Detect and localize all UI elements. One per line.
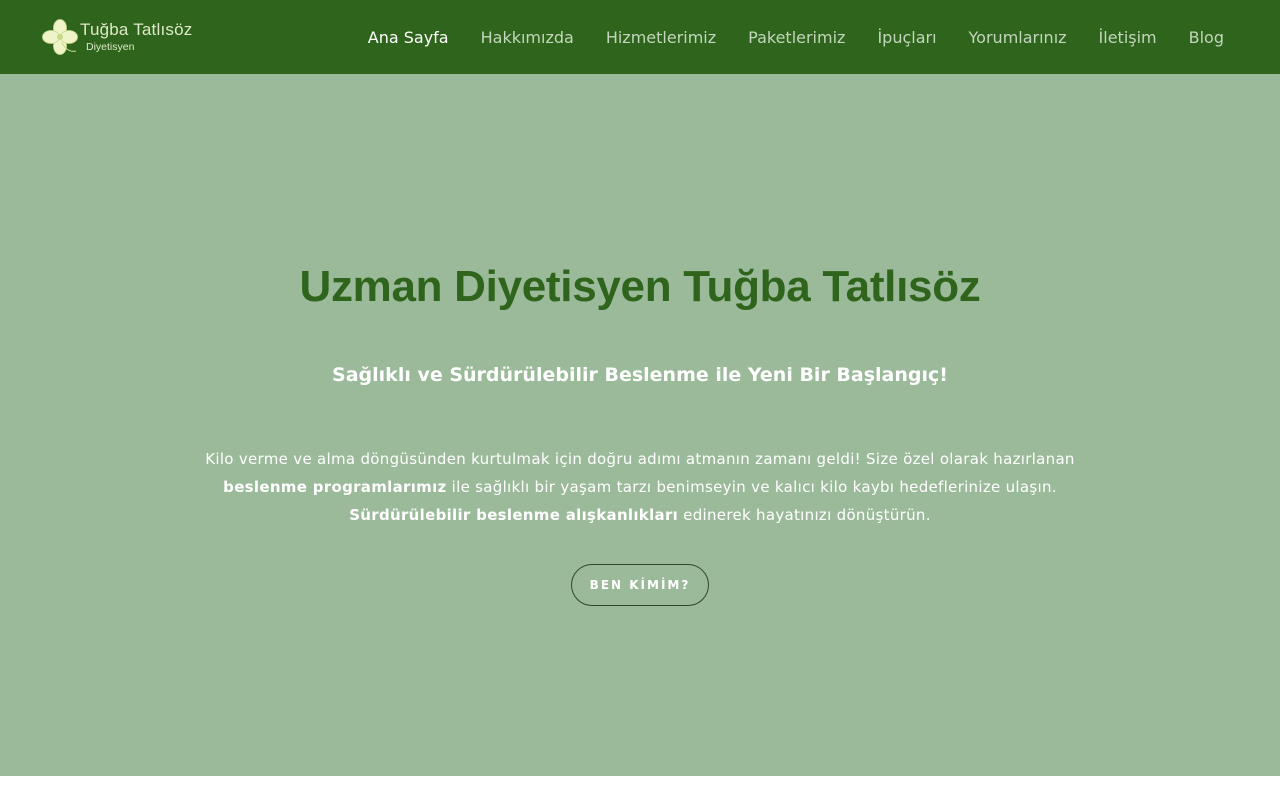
nav-item-blog[interactable]: Blog: [1173, 28, 1240, 47]
nav-item-paketlerimiz[interactable]: Paketlerimiz: [732, 28, 861, 47]
navbar: Tuğba Tatlısöz Diyetisyen Ana Sayfa Hakk…: [0, 0, 1280, 74]
hero-subtitle: Sağlıklı ve Sürdürülebilir Beslenme ile …: [332, 364, 948, 386]
nav-item-iletisim[interactable]: İletişim: [1083, 28, 1173, 47]
logo-subtitle: Diyetisyen: [86, 41, 135, 54]
hero-section: Uzman Diyetisyen Tuğba Tatlısöz Sağlıklı…: [0, 74, 1280, 776]
nav-item-hizmetlerimiz[interactable]: Hizmetlerimiz: [590, 28, 732, 47]
hero-text-line1: Kilo verme ve alma döngüsünden kurtulmak…: [205, 450, 1075, 468]
site-logo[interactable]: Tuğba Tatlısöz Diyetisyen: [40, 16, 192, 58]
hero-paragraph: Kilo verme ve alma döngüsünden kurtulmak…: [190, 445, 1090, 529]
nav-item-ipuclari[interactable]: İpuçları: [861, 28, 952, 47]
logo-text: Tuğba Tatlısöz Diyetisyen: [80, 21, 192, 53]
logo-name: Tuğba Tatlısöz: [80, 20, 193, 40]
nav-item-hakkimizda[interactable]: Hakkımızda: [465, 28, 590, 47]
main-navigation: Ana Sayfa Hakkımızda Hizmetlerimiz Paket…: [352, 0, 1240, 74]
hero-title: Uzman Diyetisyen Tuğba Tatlısöz: [299, 262, 981, 311]
ben-kimim-button[interactable]: BEN KİMİM?: [571, 564, 709, 606]
hero-text-bold2: Sürdürülebilir beslenme alışkanlıkları: [349, 506, 679, 524]
hero-text-line2: ile sağlıklı bir yaşam tarzı benimseyin …: [446, 478, 1057, 496]
hero-text-line3: edinerek hayatınızı dönüştürün.: [678, 506, 931, 524]
nav-item-ana-sayfa[interactable]: Ana Sayfa: [352, 28, 465, 47]
hero-text-bold1: beslenme programlarımız: [223, 478, 447, 496]
nav-item-yorumlariniz[interactable]: Yorumlarınız: [953, 28, 1083, 47]
clover-icon: [42, 19, 78, 55]
